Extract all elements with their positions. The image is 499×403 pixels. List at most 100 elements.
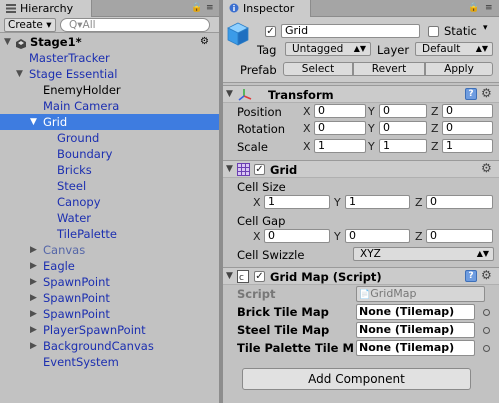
hierarchy-item[interactable]: Canopy xyxy=(0,194,219,210)
fold-triangle-icon[interactable]: ▼ xyxy=(226,164,233,174)
hierarchy-item[interactable]: MasterTracker xyxy=(0,50,219,66)
layer-dropdown[interactable]: Default ▲▼ xyxy=(415,42,493,56)
hierarchy-item[interactable]: ▶ SpawnPoint xyxy=(0,274,219,290)
hierarchy-item[interactable]: ▶ SpawnPoint xyxy=(0,290,219,306)
scale-x-input[interactable]: 1 xyxy=(314,139,366,153)
cell-size-z-input[interactable]: 0 xyxy=(426,195,493,209)
collapse-triangle-icon[interactable]: ▶ xyxy=(30,258,37,274)
hierarchy-item[interactable]: Boundary xyxy=(0,146,219,162)
cell-gap-x-input[interactable]: 0 xyxy=(264,229,330,243)
create-dropdown[interactable]: Create ▾ xyxy=(4,18,56,32)
steel-tilemap-field[interactable]: None (Tilemap) xyxy=(356,322,475,338)
static-checkbox[interactable] xyxy=(428,26,439,37)
hierarchy-search-input[interactable]: Q▾All xyxy=(60,18,210,32)
grid-header[interactable]: ▼ ✓ Grid ⚙ xyxy=(223,160,499,178)
object-picker-icon[interactable] xyxy=(483,309,490,316)
hierarchy-item[interactable]: ▶ Eagle xyxy=(0,258,219,274)
panel-menu-icon[interactable]: ≡ xyxy=(206,3,217,13)
cell-gap-x-value: 0 xyxy=(268,229,275,242)
hierarchy-item[interactable]: ▼ Grid xyxy=(0,114,219,130)
inspector-menu-icon[interactable]: ≡ xyxy=(485,3,496,13)
prefab-apply-label: Apply xyxy=(444,63,474,75)
brick-tilemap-field[interactable]: None (Tilemap) xyxy=(356,304,475,320)
collapse-triangle-icon[interactable]: ▶ xyxy=(30,274,37,290)
scene-menu-icon[interactable]: ⚙ xyxy=(200,34,209,50)
position-y-input[interactable]: 0 xyxy=(379,104,427,118)
hierarchy-item[interactable]: Water xyxy=(0,210,219,226)
cell-size-y-input[interactable]: 1 xyxy=(345,195,410,209)
hierarchy-item[interactable]: Ground xyxy=(0,130,219,146)
rotation-z-input[interactable]: 0 xyxy=(442,121,493,135)
add-component-button[interactable]: Add Component xyxy=(242,368,471,390)
hierarchy-item[interactable]: Bricks xyxy=(0,162,219,178)
collapse-triangle-icon[interactable]: ▶ xyxy=(30,322,37,338)
grid-enabled-checkbox[interactable]: ✓ xyxy=(254,164,265,175)
hierarchy-item-label: BackgroundCanvas xyxy=(43,339,154,353)
help-icon[interactable]: ? xyxy=(465,270,477,282)
brick-tilemap-label: Brick Tile Map xyxy=(237,305,329,319)
object-name-input[interactable]: Grid xyxy=(281,24,420,38)
cell-gap-y-input[interactable]: 0 xyxy=(345,229,410,243)
static-dropdown-icon[interactable]: ▾ xyxy=(483,23,488,33)
hierarchy-item[interactable]: ▶ BackgroundCanvas xyxy=(0,338,219,354)
cell-size-x-input[interactable]: 1 xyxy=(264,195,330,209)
scale-y-value: 1 xyxy=(383,139,390,152)
expand-triangle-icon[interactable]: ▼ xyxy=(30,114,37,130)
tab-inspector[interactable]: Inspector xyxy=(223,0,311,17)
scale-y-input[interactable]: 1 xyxy=(379,139,427,153)
hierarchy-item[interactable]: EventSystem xyxy=(0,354,219,370)
transform-header[interactable]: ▼ Transform ? ⚙ xyxy=(223,85,499,103)
gear-icon[interactable]: ⚙ xyxy=(481,161,492,175)
expand-triangle-icon[interactable]: ▼ xyxy=(16,66,23,82)
scene-row[interactable]: ▼ Stage1* ⚙ xyxy=(0,34,219,50)
hierarchy-item[interactable]: EnemyHolder xyxy=(0,82,219,98)
axis-x-label: X xyxy=(303,122,311,135)
prefab-select-button[interactable]: Select xyxy=(283,62,353,76)
axis-y-label: Y xyxy=(334,230,341,243)
tag-dropdown[interactable]: Untagged ▲▼ xyxy=(285,42,371,56)
panel-lock-icon[interactable]: 🔒 xyxy=(191,3,205,13)
object-picker-icon[interactable] xyxy=(483,345,490,352)
scale-z-input[interactable]: 1 xyxy=(442,139,493,153)
hierarchy-item[interactable]: Steel xyxy=(0,178,219,194)
fold-triangle-icon[interactable]: ▼ xyxy=(226,89,233,99)
collapse-triangle-icon[interactable]: ▶ xyxy=(30,290,37,306)
rotation-y-input[interactable]: 0 xyxy=(379,121,427,135)
gear-icon[interactable]: ⚙ xyxy=(481,86,492,100)
position-x-input[interactable]: 0 xyxy=(314,104,366,118)
inspector-tabstrip: Inspector 🔒 ≡ xyxy=(223,0,499,17)
fold-triangle-icon[interactable]: ▼ xyxy=(226,271,233,281)
cell-swizzle-dropdown[interactable]: XYZ ▲▼ xyxy=(353,247,494,261)
collapse-triangle-icon[interactable]: ▶ xyxy=(30,306,37,322)
hierarchy-item[interactable]: ▶ Canvas xyxy=(0,242,219,258)
prefab-apply-button[interactable]: Apply xyxy=(425,62,493,76)
active-checkbox[interactable]: ✓ xyxy=(265,26,276,37)
hierarchy-item[interactable]: TilePalette xyxy=(0,226,219,242)
gridmap-enabled-checkbox[interactable]: ✓ xyxy=(254,271,265,282)
expand-triangle-icon[interactable]: ▼ xyxy=(4,34,11,50)
rotation-x-input[interactable]: 0 xyxy=(314,121,366,135)
help-icon[interactable]: ? xyxy=(465,88,477,100)
position-z-input[interactable]: 0 xyxy=(442,104,493,118)
collapse-triangle-icon[interactable]: ▶ xyxy=(30,338,37,354)
gridmap-header[interactable]: ▼ c ✓ Grid Map (Script) ? ⚙ xyxy=(223,267,499,285)
list-icon xyxy=(6,3,16,13)
palette-tilemap-field[interactable]: None (Tilemap) xyxy=(356,340,475,356)
gear-icon[interactable]: ⚙ xyxy=(481,268,492,282)
hierarchy-item[interactable]: Main Camera xyxy=(0,98,219,114)
prefab-revert-button[interactable]: Revert xyxy=(353,62,425,76)
hierarchy-item-label: SpawnPoint xyxy=(43,275,110,289)
hierarchy-item[interactable]: ▶ SpawnPoint xyxy=(0,306,219,322)
palette-tilemap-value: None (Tilemap) xyxy=(359,341,455,354)
chevron-down-icon: ▲▼ xyxy=(353,44,366,53)
inspector-lock-icon[interactable]: 🔒 xyxy=(468,3,482,13)
object-picker-icon[interactable] xyxy=(483,327,490,334)
tab-hierarchy[interactable]: Hierarchy xyxy=(0,0,92,17)
collapse-triangle-icon[interactable]: ▶ xyxy=(30,242,37,258)
cell-gap-z-input[interactable]: 0 xyxy=(426,229,493,243)
cell-gap-label: Cell Gap xyxy=(237,214,286,228)
hierarchy-item[interactable]: ▼ Stage Essential xyxy=(0,66,219,82)
chevron-down-icon: ▲▼ xyxy=(476,249,489,258)
hierarchy-item[interactable]: ▶ PlayerSpawnPoint xyxy=(0,322,219,338)
hierarchy-item-label: Eagle xyxy=(43,259,75,273)
